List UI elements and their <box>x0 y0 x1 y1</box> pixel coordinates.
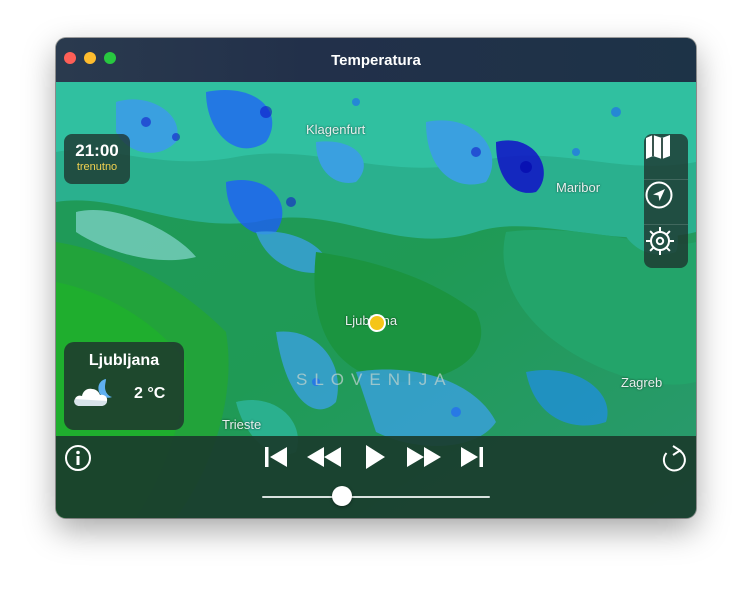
skip-to-start-button[interactable] <box>264 446 290 470</box>
app-window: Temperatura Klagenfurt Maribor Zagreb Tr… <box>56 38 696 518</box>
map-icon <box>646 135 670 159</box>
timeline-slider-knob[interactable] <box>331 486 352 506</box>
city-label-klagenfurt: Klagenfurt <box>306 122 366 137</box>
locate-me-button[interactable] <box>644 179 688 224</box>
window-title: Temperatura <box>331 52 421 69</box>
title-bar: Temperatura <box>56 38 696 82</box>
reload-button[interactable] <box>660 444 688 474</box>
skip-to-end-button[interactable] <box>460 446 486 470</box>
fast-forward-icon <box>407 447 441 467</box>
city-label-zagreb: Zagreb <box>621 375 663 390</box>
map-layers-button[interactable] <box>644 134 688 178</box>
skip-to-end-icon <box>461 447 483 467</box>
location-temperature: 2 °C <box>134 385 166 402</box>
play-button[interactable] <box>364 444 388 472</box>
settings-gear-icon <box>646 227 674 255</box>
time-card: 21:00 trenutno <box>64 134 130 184</box>
settings-button[interactable] <box>644 224 688 269</box>
play-icon <box>366 445 385 469</box>
info-icon <box>65 445 91 471</box>
current-time: 21:00 <box>75 141 119 160</box>
playback-controls <box>56 436 696 518</box>
navigation-arrow-icon <box>645 181 673 209</box>
location-name: Ljubljana <box>88 352 160 369</box>
rewind-icon <box>307 447 341 467</box>
country-label: SLOVENIJA <box>296 370 453 389</box>
timeline-track[interactable] <box>262 496 490 498</box>
current-location-marker[interactable] <box>368 314 386 332</box>
skip-to-start-icon <box>265 447 287 467</box>
reload-icon <box>662 445 686 472</box>
location-weather-card[interactable]: Ljubljana 2 °C <box>64 342 184 430</box>
rewind-button[interactable] <box>306 446 346 470</box>
fast-forward-button[interactable] <box>406 446 446 470</box>
map-toolbar <box>644 134 688 268</box>
temperature-map[interactable]: Klagenfurt Maribor Ljubljana Zagreb Trie… <box>56 82 696 518</box>
time-label: trenutno <box>76 161 118 173</box>
city-label-trieste: Trieste <box>222 417 262 432</box>
partly-cloudy-night-icon <box>74 379 112 406</box>
info-button[interactable] <box>64 444 92 472</box>
city-label-maribor: Maribor <box>556 180 601 195</box>
